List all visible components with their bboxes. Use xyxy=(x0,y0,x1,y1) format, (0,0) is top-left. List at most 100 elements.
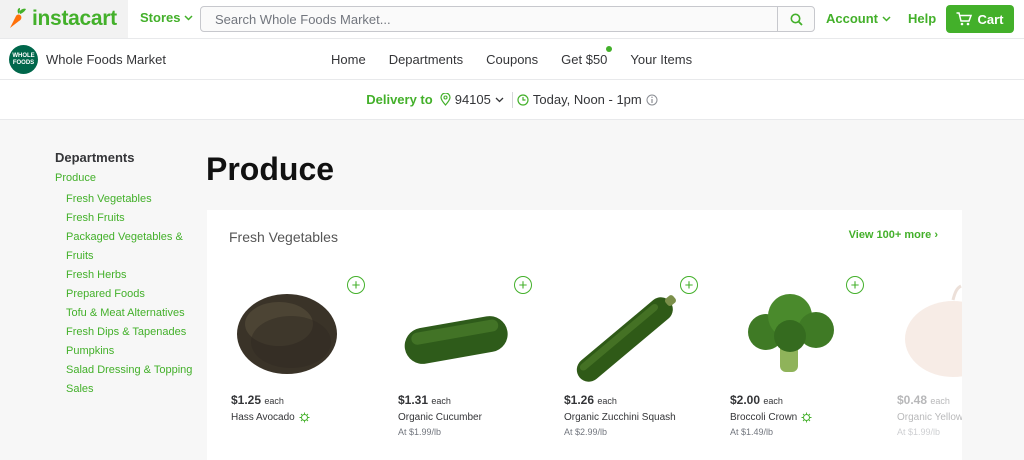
view-more-link[interactable]: View 100+ more › xyxy=(849,229,938,241)
search-button[interactable] xyxy=(777,7,814,31)
product-card-avocado[interactable]: + $1.25 each Hass Avocado xyxy=(229,272,379,452)
nav-get-50-label: Get $50 xyxy=(561,52,608,67)
chevron-down-icon xyxy=(184,14,193,21)
product-card-zucchini[interactable]: + $1.26 each Organic Zucchini Squash At … xyxy=(562,272,712,452)
help-link[interactable]: Help xyxy=(908,11,936,26)
organic-badge-icon xyxy=(801,412,812,423)
search-bar xyxy=(200,6,815,32)
sidebar-item-packaged-vegetables-cont[interactable]: Fruits xyxy=(55,247,195,266)
chevron-down-icon xyxy=(882,15,891,22)
product-unit-price: At $1.99/lb xyxy=(398,427,442,437)
top-bar: instacart Stores Account Help Cart xyxy=(0,0,1024,38)
add-to-cart-button[interactable]: + xyxy=(347,276,365,294)
stores-dropdown[interactable]: Stores xyxy=(140,10,193,25)
store-logo-text: WHOLE FOODS xyxy=(12,52,35,66)
price-unit: each xyxy=(264,396,284,406)
nav-coupons[interactable]: Coupons xyxy=(486,52,538,67)
product-unit-price: At $1.49/lb xyxy=(730,427,774,437)
product-unit-price: At $2.99/lb xyxy=(564,427,608,437)
cart-label: Cart xyxy=(977,11,1004,27)
product-name: Hass Avocado xyxy=(231,412,310,423)
carrot-icon xyxy=(10,8,26,28)
price-value: $0.48 xyxy=(897,393,928,407)
clock-icon xyxy=(517,93,529,106)
product-price: $2.00 each xyxy=(730,393,783,407)
price-value: $2.00 xyxy=(730,393,761,407)
whole-foods-logo[interactable]: WHOLE FOODS xyxy=(9,45,38,74)
instacart-logo[interactable]: instacart xyxy=(0,0,128,38)
product-name-text: Hass Avocado xyxy=(231,412,295,423)
nav-home[interactable]: Home xyxy=(331,52,366,67)
sidebar-item-prepared-foods[interactable]: Prepared Foods xyxy=(55,285,195,304)
broccoli-image xyxy=(748,294,834,372)
account-label: Account xyxy=(826,11,878,26)
add-to-cart-button[interactable]: + xyxy=(514,276,532,294)
sidebar-title: Departments xyxy=(55,150,135,165)
price-value: $1.25 xyxy=(231,393,262,407)
product-unit-price: At $1.99/lb xyxy=(897,427,941,437)
departments-sidebar: Departments Produce Fresh Vegetables Fre… xyxy=(55,150,195,399)
product-price: $1.25 each xyxy=(231,393,284,407)
zip-code: 94105 xyxy=(454,92,491,107)
location-pin-icon xyxy=(440,93,451,106)
sidebar-item-salad-dressing[interactable]: Salad Dressing & Topping xyxy=(55,361,195,380)
onion-image xyxy=(905,284,962,377)
divider xyxy=(511,91,513,108)
sidebar-item-fresh-fruits[interactable]: Fresh Fruits xyxy=(55,209,195,228)
sidebar-item-sales[interactable]: Sales xyxy=(55,380,195,399)
product-carousel: Fresh Vegetables View 100+ more › + $1.2… xyxy=(207,210,962,460)
sidebar-item-fresh-dips[interactable]: Fresh Dips & Tapenades xyxy=(55,323,195,342)
organic-badge-icon xyxy=(299,412,310,423)
store-name[interactable]: Whole Foods Market xyxy=(46,52,166,67)
sidebar-item-tofu-meat-alternatives[interactable]: Tofu & Meat Alternatives xyxy=(55,304,195,323)
sidebar-item-pumpkins[interactable]: Pumpkins xyxy=(55,342,195,361)
brand-name: instacart xyxy=(32,7,117,30)
price-value: $1.31 xyxy=(398,393,429,407)
product-name: Broccoli Crown xyxy=(730,412,812,423)
price-unit: each xyxy=(930,396,950,406)
product-price: $1.31 each xyxy=(398,393,451,407)
store-bar: WHOLE FOODS Whole Foods Market Home Depa… xyxy=(0,38,1024,80)
product-name: Organic Yellow xyxy=(897,412,962,423)
product-card-broccoli[interactable]: + $2.00 each Broccoli Crown At $1.49/lb xyxy=(728,272,878,452)
nav-your-items[interactable]: Your Items xyxy=(630,52,692,67)
product-name: Organic Zucchini Squash xyxy=(564,412,676,423)
cart-icon xyxy=(956,12,973,26)
price-value: $1.26 xyxy=(564,393,595,407)
avocado-image xyxy=(237,294,337,374)
notification-dot xyxy=(606,46,613,52)
cucumber-image xyxy=(404,316,508,364)
product-price: $1.26 each xyxy=(564,393,617,407)
product-price: $0.48 each xyxy=(897,393,950,407)
delivery-time-selector[interactable]: Today, Noon - 1pm xyxy=(517,92,658,107)
info-icon[interactable] xyxy=(646,94,658,106)
nav-departments[interactable]: Departments xyxy=(389,52,463,67)
nav-get-50[interactable]: Get $50 xyxy=(561,46,613,67)
add-to-cart-button[interactable]: + xyxy=(846,276,864,294)
delivery-label: Delivery to xyxy=(366,92,433,107)
product-name: Organic Cucumber xyxy=(398,412,482,423)
search-input[interactable] xyxy=(201,7,777,31)
price-unit: each xyxy=(597,396,617,406)
zucchini-image xyxy=(576,295,676,382)
sidebar-item-fresh-herbs[interactable]: Fresh Herbs xyxy=(55,266,195,285)
search-icon xyxy=(790,13,803,26)
product-name-text: Broccoli Crown xyxy=(730,412,798,423)
cart-button[interactable]: Cart xyxy=(946,5,1014,33)
sidebar-item-produce[interactable]: Produce xyxy=(55,172,195,184)
price-unit: each xyxy=(431,396,451,406)
page-title: Produce xyxy=(206,151,335,187)
zip-selector[interactable]: 94105 xyxy=(440,92,504,107)
account-dropdown[interactable]: Account xyxy=(826,11,891,26)
section-title: Fresh Vegetables xyxy=(229,229,338,245)
product-card-onion[interactable]: $0.48 each Organic Yellow At $1.99/lb xyxy=(895,272,962,452)
delivery-bar: Delivery to 94105 Today, Noon - 1pm xyxy=(0,80,1024,120)
sidebar-item-fresh-vegetables[interactable]: Fresh Vegetables xyxy=(55,190,195,209)
price-unit: each xyxy=(763,396,783,406)
store-nav: Home Departments Coupons Get $50 Your It… xyxy=(331,46,692,67)
product-card-cucumber[interactable]: + $1.31 each Organic Cucumber At $1.99/l… xyxy=(396,272,546,452)
sidebar-item-packaged-vegetables[interactable]: Packaged Vegetables & xyxy=(55,228,195,247)
chevron-down-icon xyxy=(495,97,504,102)
delivery-time: Today, Noon - 1pm xyxy=(532,92,642,107)
add-to-cart-button[interactable]: + xyxy=(680,276,698,294)
